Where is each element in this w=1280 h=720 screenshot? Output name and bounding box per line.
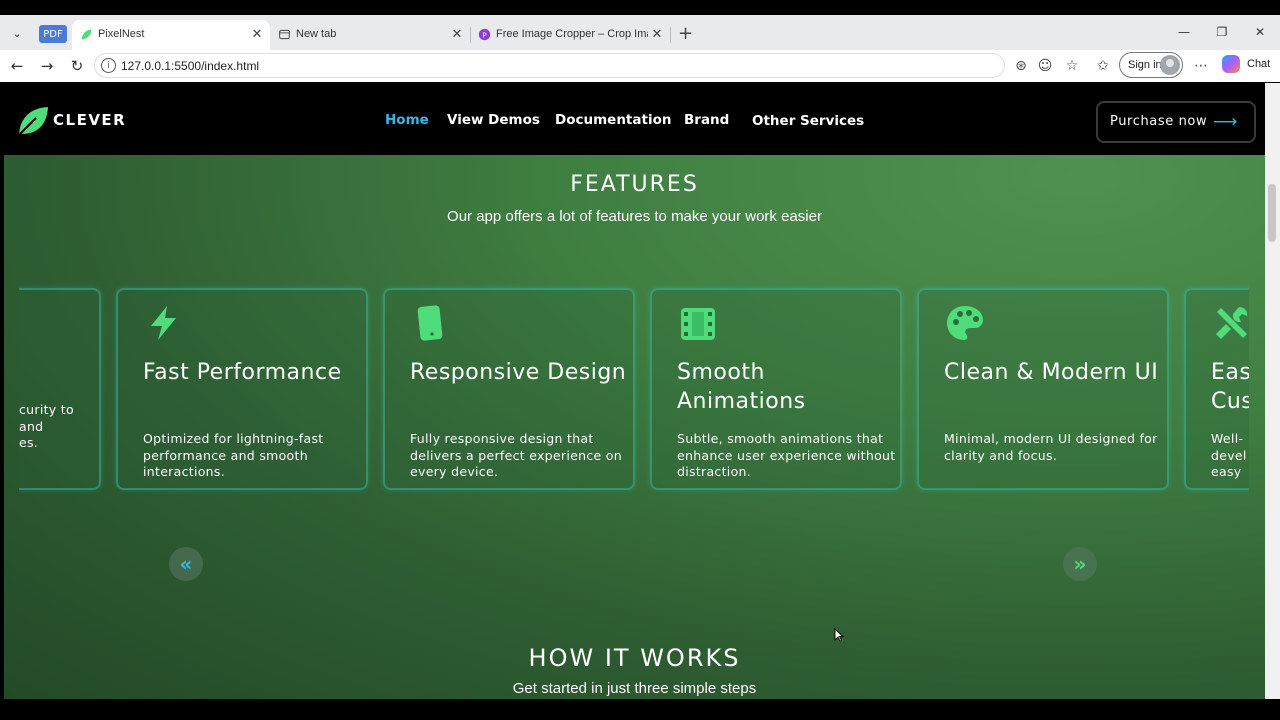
how-it-works-subtitle: Get started in just three simple steps (512, 680, 757, 697)
restore-icon[interactable]: ❐ (1212, 22, 1232, 42)
more-options-icon[interactable]: ⋯ (1191, 56, 1211, 76)
tab-title: PixelNest (98, 28, 145, 40)
tab-image-cropper[interactable]: P Free Image Cropper – Crop Image ✕ (470, 20, 670, 50)
how-it-works-title: HOW IT WORKS (528, 644, 741, 672)
browser-toolbar: ← → ↻ i 127.0.0.1:5500/index.html ⊛ ☺ ☆ … (0, 50, 1280, 82)
reading-mode-icon[interactable]: ☺ (1035, 56, 1055, 76)
avatar (1160, 55, 1180, 75)
feature-desc: Fully responsive design that delivers a … (410, 431, 622, 479)
features-subtitle: Our app offers a lot of features to make… (447, 208, 822, 225)
pdf-workspace-button[interactable]: PDF (39, 25, 67, 43)
reload-icon[interactable]: ↻ (66, 55, 88, 77)
tools-icon (1216, 307, 1248, 339)
features-title: FEATURES (570, 172, 699, 197)
feature-desc: curity to and es. (19, 402, 74, 450)
new-tab-button[interactable]: + (678, 23, 693, 44)
feature-title: Responsive Design (410, 360, 627, 385)
logo-text[interactable]: CLEVER (53, 111, 126, 129)
features-carousel: curity to and es. Fast Performance Optim… (19, 283, 1249, 498)
purchase-now-button[interactable]: Purchase now ⟶ (1096, 101, 1256, 143)
close-icon[interactable]: ✕ (250, 26, 264, 42)
forward-icon[interactable]: → (36, 55, 58, 77)
palette-icon (947, 306, 983, 340)
copilot-icon (1222, 55, 1240, 73)
tab-title: New tab (296, 28, 337, 40)
feature-desc: Minimal, modern UI designed for clarity … (944, 431, 1158, 463)
mobile-icon (417, 305, 443, 341)
mouse-cursor-icon (834, 628, 844, 642)
film-icon (681, 308, 715, 340)
lightning-icon (151, 306, 176, 340)
nav-other-services[interactable]: Other Services (752, 113, 864, 129)
tab-new-tab[interactable]: New tab ✕ (270, 20, 470, 50)
double-chevron-left-icon: « (179, 552, 193, 576)
favorite-star-icon[interactable]: ☆ (1062, 56, 1082, 76)
feature-card: Responsive Design Fully responsive desig… (383, 288, 635, 490)
feature-desc: Subtle, smooth animations that enhance u… (677, 431, 896, 479)
tab-search-button[interactable]: ⌄ (6, 22, 28, 44)
nav-brand[interactable]: Brand (684, 112, 729, 128)
feature-title: Clean & Modern UI (944, 360, 1159, 385)
feature-card: Fast Performance Optimized for lightning… (116, 288, 368, 490)
page-scrollbar[interactable] (1265, 83, 1280, 699)
leaf-icon (81, 29, 92, 40)
scrollbar-thumb[interactable] (1268, 184, 1276, 242)
site-info-icon[interactable]: i (101, 58, 116, 73)
purchase-label: Purchase now (1110, 114, 1208, 129)
tab-divider (670, 27, 671, 43)
carousel-next-button[interactable]: » (1063, 547, 1097, 581)
arrow-right-icon: ⟶ (1213, 112, 1238, 132)
feature-title: Eas Cus (1211, 360, 1249, 414)
tab-title: Free Image Cropper – Crop Image (496, 28, 648, 40)
screen-top-bar (0, 0, 1280, 15)
feature-desc: Well- devel easy (1211, 431, 1247, 479)
cropper-favicon-icon: P (478, 28, 491, 41)
page-viewport: CLEVER Home View Demos Documentation Bra… (4, 83, 1265, 699)
carousel-prev-button[interactable]: « (169, 547, 203, 581)
minimize-icon[interactable]: — (1174, 22, 1194, 42)
window-close-icon[interactable]: ✕ (1250, 22, 1270, 42)
double-chevron-right-icon: » (1073, 552, 1087, 576)
chevron-down-icon: ⌄ (12, 26, 22, 40)
sign-in-label: Sign in (1128, 59, 1162, 71)
feature-title: Smooth Animations (677, 360, 806, 414)
chat-label: Chat (1247, 58, 1271, 70)
back-icon[interactable]: ← (6, 55, 28, 77)
close-icon[interactable]: ✕ (450, 26, 464, 42)
nav-documentation[interactable]: Documentation (555, 112, 671, 128)
feature-card: curity to and es. (19, 288, 101, 490)
site-navbar: CLEVER Home View Demos Documentation Bra… (4, 83, 1265, 155)
feature-card: Smooth Animations Subtle, smooth animati… (650, 288, 902, 490)
sign-in-button[interactable]: Sign in (1119, 52, 1183, 78)
url-text[interactable]: 127.0.0.1:5500/index.html (121, 59, 259, 73)
feature-card: Clean & Modern UI Minimal, modern UI des… (917, 288, 1169, 490)
close-icon[interactable]: ✕ (650, 26, 664, 42)
feature-desc: Optimized for lightning-fast performance… (143, 431, 324, 479)
nav-view-demos[interactable]: View Demos (447, 112, 540, 128)
translate-icon[interactable]: ⊛ (1011, 56, 1031, 76)
feature-title: Fast Performance (143, 360, 342, 385)
tab-pixelnest[interactable]: PixelNest ✕ (72, 20, 270, 50)
address-bar[interactable]: i 127.0.0.1:5500/index.html (94, 53, 1005, 78)
feature-card: Eas Cus Well- devel easy (1184, 288, 1249, 490)
tab-strip: ⌄ PDF PixelNest ✕ New tab ✕ P Free Image… (0, 15, 1280, 50)
leaf-logo-icon[interactable] (16, 104, 50, 138)
svg-text:P: P (482, 30, 487, 39)
new-tab-icon (279, 29, 290, 40)
nav-home[interactable]: Home (385, 112, 429, 128)
favorites-icon[interactable]: ✩ (1093, 56, 1113, 76)
